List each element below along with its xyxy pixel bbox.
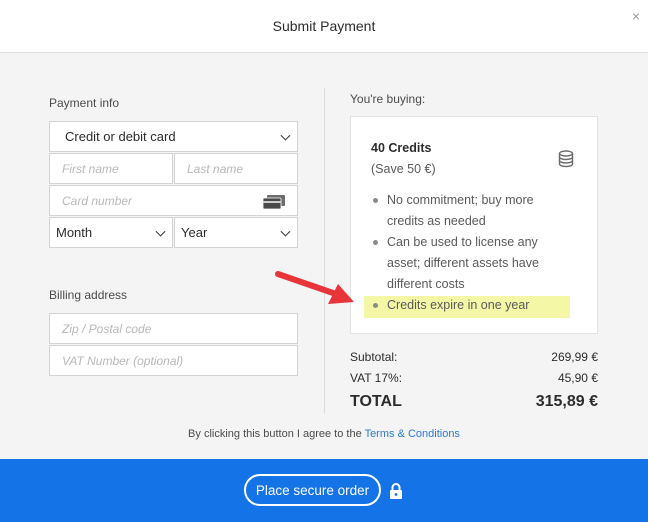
dialog-header: Submit Payment × xyxy=(0,0,648,53)
terms-prefix: By clicking this button I agree to the xyxy=(188,428,365,440)
billing-address-label: Billing address xyxy=(49,288,128,302)
benefit-line: No commitment; buy more xyxy=(387,193,534,207)
benefit-item-highlighted: Credits expire in one year xyxy=(373,295,573,316)
footer-bar: Place secure order xyxy=(0,459,648,522)
column-divider xyxy=(324,88,325,414)
vat-number-input[interactable]: VAT Number (optional) xyxy=(49,345,298,376)
zip-placeholder: Zip / Postal code xyxy=(62,321,152,336)
vat-label: VAT 17%: xyxy=(350,371,403,385)
vat-value: 45,90 € xyxy=(557,371,598,385)
card-number-input[interactable]: Card number xyxy=(49,185,298,216)
benefit-line: Credits expire in one year xyxy=(387,298,530,312)
month-select[interactable]: Month xyxy=(49,217,173,248)
annotation-arrow-icon xyxy=(275,271,354,304)
product-savings: (Save 50 €) xyxy=(371,162,436,176)
payment-method-select[interactable]: Credit or debit card xyxy=(49,121,298,152)
bullet-dot xyxy=(373,303,378,308)
total-label: TOTAL xyxy=(350,393,402,410)
bullet-dot xyxy=(373,240,378,245)
dialog-title: Submit Payment xyxy=(272,18,376,34)
benefit-line: different costs xyxy=(387,277,465,291)
benefit-line: credits as needed xyxy=(387,214,486,228)
vat-row: VAT 17%: 45,90 € xyxy=(350,371,598,385)
first-name-placeholder: First name xyxy=(62,161,119,176)
place-order-label: Place secure order xyxy=(255,482,370,498)
chevron-down-icon xyxy=(280,226,291,237)
vat-placeholder: VAT Number (optional) xyxy=(62,353,184,368)
month-value: Month xyxy=(56,225,93,240)
zip-input[interactable]: Zip / Postal code xyxy=(49,313,298,344)
total-row: TOTAL 315,89 € xyxy=(350,393,598,411)
place-order-button[interactable]: Place secure order xyxy=(244,474,381,506)
chevron-down-icon xyxy=(280,130,291,141)
benefit-item: No commitment; buy more credits as neede… xyxy=(373,190,573,232)
terms-link[interactable]: Terms & Conditions xyxy=(365,428,460,440)
credit-card-icon xyxy=(263,195,285,209)
subtotal-label: Subtotal: xyxy=(350,350,398,364)
close-icon[interactable]: × xyxy=(632,8,640,24)
card-number-placeholder: Card number xyxy=(62,193,133,208)
year-value: Year xyxy=(181,225,208,240)
product-card: 40 Credits (Save 50 €) No commitment; bu… xyxy=(350,116,598,334)
product-title: 40 Credits xyxy=(371,141,432,155)
subtotal-value: 269,99 € xyxy=(551,350,598,364)
chevron-down-icon xyxy=(155,226,166,237)
benefit-item: Can be used to license any asset; differ… xyxy=(373,232,573,295)
you-are-buying-label: You're buying: xyxy=(350,92,426,106)
terms-text: By clicking this button I agree to the T… xyxy=(0,428,648,440)
credits-stack-icon xyxy=(558,150,574,168)
first-name-input[interactable]: First name xyxy=(49,153,173,184)
subtotal-row: Subtotal: 269,99 € xyxy=(350,350,598,364)
lock-icon xyxy=(390,483,402,499)
bullet-dot xyxy=(373,198,378,203)
total-value: 315,89 € xyxy=(535,393,598,410)
benefit-line: asset; different assets have xyxy=(387,256,539,270)
year-select[interactable]: Year xyxy=(174,217,298,248)
payment-info-label: Payment info xyxy=(49,96,120,110)
last-name-input[interactable]: Last name xyxy=(174,153,298,184)
last-name-placeholder: Last name xyxy=(187,161,244,176)
payment-method-value: Credit or debit card xyxy=(65,129,176,144)
benefit-line: Can be used to license any xyxy=(387,235,538,249)
